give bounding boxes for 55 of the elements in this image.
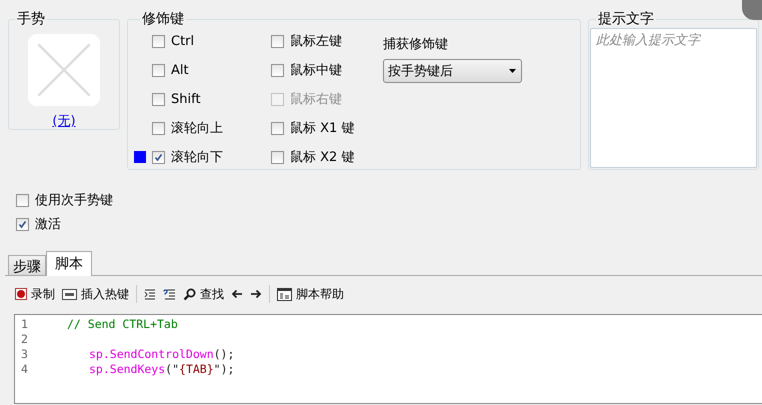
checkbox[interactable]: [16, 218, 29, 230]
checkbox-label: 激活: [35, 216, 61, 233]
record-button[interactable]: 录制: [15, 286, 55, 302]
checkbox[interactable]: [16, 194, 29, 206]
checkbox-label: 鼠标右键: [290, 91, 342, 108]
record-icon: [15, 288, 27, 300]
checkbox[interactable]: [271, 150, 284, 164]
gesture-link[interactable]: (无): [52, 112, 76, 130]
keyboard-icon: [62, 288, 77, 300]
line-number: 2: [20, 332, 29, 347]
search-icon: [183, 288, 196, 300]
checkbox-label: Alt: [171, 62, 189, 78]
forward-arrow-icon[interactable]: [250, 289, 262, 299]
cross-icon: [37, 43, 91, 97]
capture-dropdown[interactable]: 按手势键后: [383, 59, 522, 83]
group-title: 提示文字: [597, 10, 655, 28]
checkbox-label: Ctrl: [171, 34, 194, 48]
window-corner: [742, 0, 762, 20]
capture-label: 捕获修饰键: [383, 36, 449, 53]
checkbox-label: 滚轮向上: [171, 120, 223, 137]
indent-icon[interactable]: [144, 288, 156, 300]
checkbox[interactable]: [152, 92, 165, 106]
checkbox[interactable]: [152, 122, 165, 134]
checkbox[interactable]: [271, 64, 284, 76]
document-icon: [277, 288, 292, 300]
checkbox[interactable]: [271, 34, 284, 48]
checkbox[interactable]: [271, 122, 284, 134]
outdent-icon[interactable]: [163, 288, 176, 300]
code-editor[interactable]: 1 // Send CTRL+Tab 2 3 sp.SendControlDown(); 4 sp.SendKeys("{TAB}");: [14, 314, 762, 404]
line-number: 4: [20, 362, 29, 377]
checkbox-label: 鼠标 X2 键: [290, 149, 354, 166]
checkbox-label: Shift: [171, 92, 201, 106]
checkbox-label: 使用次手势键: [35, 192, 113, 209]
group-title: 手势: [16, 10, 46, 28]
tab[interactable]: 步骤: [8, 255, 46, 275]
hotkey-button[interactable]: 插入热键: [62, 286, 129, 302]
checkbox-label: 鼠标 X1 键: [290, 120, 354, 137]
code-line: sp.SendControlDown();: [89, 347, 234, 362]
checkbox[interactable]: [152, 34, 165, 48]
checkbox[interactable]: [152, 64, 165, 76]
dropdown-arrow-icon: [509, 69, 516, 73]
checkbox[interactable]: [152, 150, 165, 164]
line-number: 1: [20, 317, 29, 332]
code-line: sp.SendKeys("{TAB}");: [89, 362, 234, 377]
checkbox-label: 鼠标中键: [290, 62, 342, 79]
checkbox-label: 滚轮向下: [171, 149, 223, 166]
tab[interactable]: 脚本: [46, 251, 92, 276]
find-button[interactable]: 查找: [183, 286, 224, 302]
back-arrow-icon[interactable]: [231, 289, 243, 299]
help-button[interactable]: 脚本帮助: [277, 286, 344, 302]
line-number: 3: [20, 347, 29, 362]
group-title: 修饰键: [141, 10, 185, 28]
hint-text-field[interactable]: 此处输入提示文字: [590, 28, 757, 168]
code-line: // Send CTRL+Tab: [67, 317, 178, 332]
checkbox-label: 鼠标左键: [290, 33, 342, 50]
